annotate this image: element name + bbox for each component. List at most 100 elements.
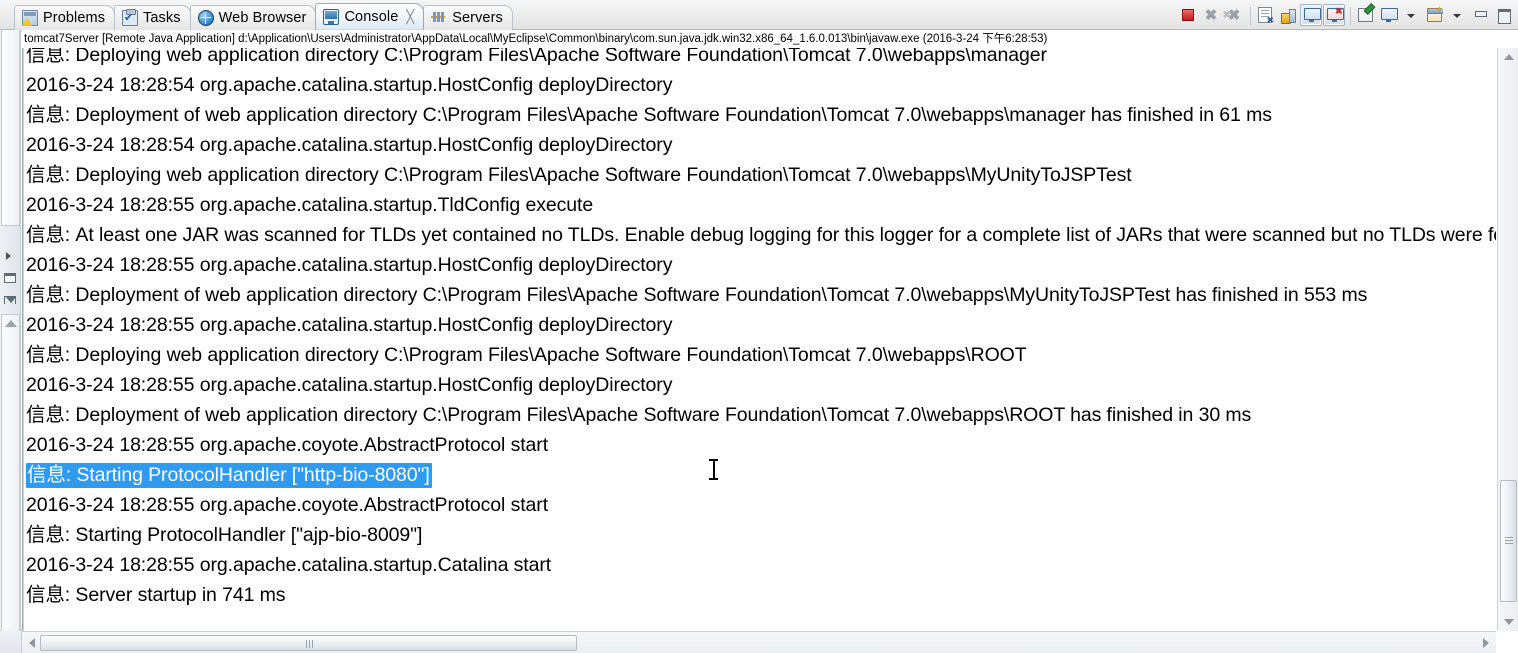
console-line[interactable]: 信息: Deploying web application directory … xyxy=(23,160,1496,190)
console-line[interactable]: 信息: Deploying web application directory … xyxy=(23,48,1496,70)
console-line-selected[interactable]: 信息: Starting ProtocolHandler ["http-bio-… xyxy=(23,460,1496,490)
console-line-text: 2016-3-24 18:28:55 org.apache.coyote.Abs… xyxy=(26,494,549,516)
console-line-text: 2016-3-24 18:28:55 org.apache.catalina.s… xyxy=(26,194,594,216)
console-line-text: 信息: Deploying web application directory … xyxy=(26,48,1047,66)
console-line-text: 2016-3-24 18:28:55 org.apache.catalina.s… xyxy=(26,314,673,336)
console-line[interactable]: 信息: Server startup in 741 ms xyxy=(23,580,1496,610)
scroll-right-arrow-icon[interactable] xyxy=(1478,632,1494,653)
close-icon[interactable]: ╳ xyxy=(406,10,414,23)
display-console-icon: ✖ xyxy=(1326,6,1344,22)
display-selected-console-button[interactable]: ✖ xyxy=(1323,4,1345,26)
terminate-button[interactable] xyxy=(1177,4,1199,26)
console-toolbar: ✖ ✖ ✖ xyxy=(1177,3,1514,27)
open-console-button[interactable] xyxy=(1377,4,1399,26)
minimized-view-icon[interactable] xyxy=(4,273,16,283)
problems-icon xyxy=(22,10,38,26)
pin-console-icon xyxy=(1303,8,1321,22)
remove-x-icon: ✖ xyxy=(1204,6,1218,24)
view-tab-band: Problems Tasks Web Browser Console ╳ Ser… xyxy=(0,0,1518,30)
console-line-text: 信息: At least one JAR was scanned for TLD… xyxy=(26,224,1496,246)
pin-console-button[interactable] xyxy=(1300,4,1322,26)
tab-label: Web Browser xyxy=(218,10,307,26)
new-console-view-button[interactable] xyxy=(1423,4,1445,26)
restore-arrow-icon[interactable] xyxy=(6,252,11,260)
toolbar-separator xyxy=(1346,4,1353,26)
chevron-down-icon xyxy=(1452,10,1463,21)
eclipse-console-view: Problems Tasks Web Browser Console ╳ Ser… xyxy=(0,0,1518,653)
tab-servers[interactable]: Servers xyxy=(423,5,513,30)
console-horizontal-scrollbar[interactable] xyxy=(22,631,1496,653)
tab-web-browser[interactable]: Web Browser xyxy=(189,5,317,30)
console-line-text: 2016-3-24 18:28:54 org.apache.catalina.s… xyxy=(26,134,673,156)
new-console-icon xyxy=(1426,5,1444,22)
console-line[interactable]: 信息: Deployment of web application direct… xyxy=(23,400,1496,430)
console-line-text: 信息: Deploying web application directory … xyxy=(26,344,1027,366)
console-line[interactable]: 2016-3-24 18:28:55 org.apache.coyote.Abs… xyxy=(23,490,1496,520)
view-tab-strip: Problems Tasks Web Browser Console ╳ Ser… xyxy=(14,2,513,30)
remove-launch-button[interactable]: ✖ xyxy=(1200,4,1222,26)
tab-console[interactable]: Console ╳ xyxy=(315,3,425,30)
console-line[interactable]: 2016-3-24 18:28:54 org.apache.catalina.s… xyxy=(23,70,1496,100)
tab-problems[interactable]: Problems xyxy=(14,5,116,30)
console-line[interactable]: 2016-3-24 18:28:55 org.apache.catalina.s… xyxy=(23,250,1496,280)
console-line[interactable]: 信息: Deployment of web application direct… xyxy=(23,280,1496,310)
console-line-text: 信息: Starting ProtocolHandler ["http-bio-… xyxy=(26,463,432,488)
view-menu-button[interactable] xyxy=(1446,4,1468,26)
console-line[interactable]: 2016-3-24 18:28:55 org.apache.catalina.s… xyxy=(23,550,1496,580)
clear-console-button[interactable] xyxy=(1254,4,1276,26)
console-line[interactable]: 2016-3-24 18:28:55 org.apache.catalina.s… xyxy=(23,370,1496,400)
tab-label: Tasks xyxy=(143,10,181,26)
scroll-lock-button[interactable] xyxy=(1277,4,1299,26)
console-line-text: 信息: Deployment of web application direct… xyxy=(26,104,1272,126)
text-cursor-icon xyxy=(709,458,719,482)
console-vertical-scrollbar[interactable] xyxy=(1497,48,1518,631)
tab-label: Console xyxy=(344,9,399,25)
open-console-menu-button[interactable] xyxy=(1400,4,1422,26)
horizontal-scrollbar-thumb[interactable] xyxy=(40,635,577,651)
remove-all-x-icon: ✖ xyxy=(1223,8,1240,23)
console-line[interactable]: 2016-3-24 18:28:54 org.apache.catalina.s… xyxy=(23,130,1496,160)
chevron-down-icon[interactable] xyxy=(4,296,16,304)
console-line-text: 2016-3-24 18:28:54 org.apache.catalina.s… xyxy=(26,74,673,96)
tasks-icon xyxy=(122,9,139,26)
console-line[interactable]: 信息: Deployment of web application direct… xyxy=(23,100,1496,130)
console-line[interactable]: 信息: Deploying web application directory … xyxy=(23,340,1496,370)
console-line[interactable]: 信息: Starting ProtocolHandler ["ajp-bio-8… xyxy=(23,520,1496,550)
console-line-text: 信息: Deployment of web application direct… xyxy=(26,284,1368,306)
scroll-up-arrow-icon[interactable] xyxy=(5,320,17,327)
maximize-icon xyxy=(1497,9,1511,24)
minimize-icon xyxy=(1474,10,1487,21)
stop-icon xyxy=(1182,9,1194,21)
maximize-button[interactable] xyxy=(1492,4,1514,26)
left-scrollbar[interactable] xyxy=(1,314,20,653)
tab-tasks[interactable]: Tasks xyxy=(114,5,191,30)
chevron-down-icon xyxy=(1406,10,1417,21)
vertical-scrollbar-thumb[interactable] xyxy=(1500,480,1517,602)
console-output-area[interactable]: 信息: Deploying web application directory … xyxy=(22,48,1496,631)
minimized-view-stack[interactable] xyxy=(1,30,20,226)
console-line[interactable]: 2016-3-24 18:28:55 org.apache.catalina.s… xyxy=(23,310,1496,340)
left-fast-view-bar xyxy=(0,30,21,653)
console-line-text: 2016-3-24 18:28:55 org.apache.catalina.s… xyxy=(26,374,673,396)
x-badge-icon: ✖ xyxy=(1334,6,1343,16)
lock-icon xyxy=(1281,8,1296,24)
console-process-label: tomcat7Server [Remote Java Application] … xyxy=(24,31,1486,48)
minimize-button[interactable] xyxy=(1469,4,1491,26)
scroll-up-arrow-icon[interactable] xyxy=(1498,48,1518,66)
toolbar-separator xyxy=(1246,4,1253,26)
remove-all-terminated-button[interactable]: ✖ xyxy=(1223,4,1245,26)
globe-icon xyxy=(197,10,214,26)
note-pencil-icon xyxy=(1357,8,1373,22)
scroll-down-arrow-icon[interactable] xyxy=(1498,613,1518,631)
word-wrap-button[interactable] xyxy=(1354,4,1376,26)
console-line-text: 信息: Server startup in 741 ms xyxy=(26,584,286,606)
monitor-icon xyxy=(1380,8,1398,22)
tab-label: Problems xyxy=(43,10,106,26)
console-line-text: 信息: Deploying web application directory … xyxy=(26,164,1132,186)
console-line[interactable]: 2016-3-24 18:28:55 org.apache.catalina.s… xyxy=(23,190,1496,220)
scroll-left-arrow-icon[interactable] xyxy=(24,632,40,653)
console-line[interactable]: 信息: At least one JAR was scanned for TLD… xyxy=(23,220,1496,250)
clear-console-icon xyxy=(1258,7,1274,26)
console-line-text: 2016-3-24 18:28:55 org.apache.coyote.Abs… xyxy=(26,434,549,456)
console-line[interactable]: 2016-3-24 18:28:55 org.apache.coyote.Abs… xyxy=(23,430,1496,460)
